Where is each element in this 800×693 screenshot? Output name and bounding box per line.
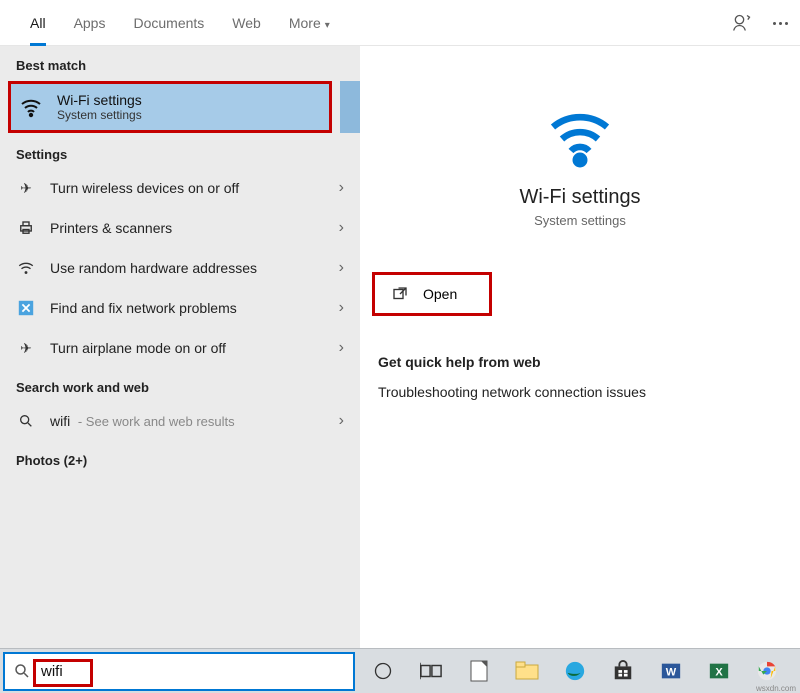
section-best-match: Best match — [0, 46, 360, 79]
search-icon — [13, 662, 31, 680]
search-tabbar: All Apps Documents Web More▾ — [0, 0, 800, 46]
start-search-window: All Apps Documents Web More▾ Best match … — [0, 0, 800, 648]
settings-row-label: Turn wireless devices on or off — [50, 180, 239, 196]
tab-all[interactable]: All — [16, 0, 60, 46]
web-search-row[interactable]: wifi - See work and web results › — [0, 401, 360, 441]
settings-row-label: Find and fix network problems — [50, 300, 237, 316]
section-search-web: Search work and web — [0, 368, 360, 401]
watermark: wsxdn.com — [756, 684, 796, 693]
search-icon — [16, 411, 36, 431]
wifi-icon — [19, 95, 43, 119]
preview-pane: Wi-Fi settings System settings Open Get … — [360, 46, 800, 648]
search-input[interactable] — [39, 662, 353, 681]
chevron-right-icon: › — [339, 412, 344, 430]
best-match-highlight — [340, 81, 360, 133]
web-search-term: wifi — [50, 413, 70, 429]
preview-subtitle: System settings — [360, 213, 800, 228]
chevron-right-icon: › — [339, 179, 344, 197]
chevron-down-icon: ▾ — [325, 20, 330, 31]
section-settings: Settings — [0, 135, 360, 168]
settings-row-printers[interactable]: Printers & scanners › — [0, 208, 360, 248]
taskbar-search[interactable] — [3, 652, 355, 691]
store-icon[interactable] — [603, 651, 643, 691]
tab-documents[interactable]: Documents — [119, 0, 218, 46]
cortana-icon[interactable] — [363, 651, 403, 691]
word-icon[interactable]: W — [651, 651, 691, 691]
settings-row-label: Printers & scanners — [50, 220, 172, 236]
open-label: Open — [423, 286, 457, 302]
settings-row-airplane-mode[interactable]: ✈ Turn airplane mode on or off › — [0, 328, 360, 368]
chevron-right-icon: › — [339, 299, 344, 317]
airplane-icon: ✈ — [16, 338, 36, 358]
task-view-icon[interactable] — [411, 651, 451, 691]
tab-more[interactable]: More▾ — [275, 0, 344, 46]
preview-title: Wi-Fi settings — [360, 186, 800, 209]
troubleshoot-icon — [16, 298, 36, 318]
airplane-icon: ✈ — [16, 178, 36, 198]
results-list: Best match Wi-Fi settings System setting… — [0, 46, 360, 648]
settings-row-label: Use random hardware addresses — [50, 260, 257, 276]
more-options-icon[interactable] — [770, 13, 790, 33]
svg-text:X: X — [715, 667, 723, 679]
chevron-right-icon: › — [339, 219, 344, 237]
wifi-icon — [16, 258, 36, 278]
settings-row-wireless-toggle[interactable]: ✈ Turn wireless devices on or off › — [0, 168, 360, 208]
printer-icon — [16, 218, 36, 238]
tab-apps[interactable]: Apps — [60, 0, 120, 46]
tab-web[interactable]: Web — [218, 0, 275, 46]
help-heading: Get quick help from web — [378, 354, 782, 370]
taskbar-icons: W X — [363, 651, 800, 691]
web-search-suffix: - See work and web results — [74, 414, 234, 429]
best-match-result[interactable]: Wi-Fi settings System settings — [8, 81, 332, 133]
chevron-right-icon: › — [339, 339, 344, 357]
settings-row-label: Turn airplane mode on or off — [50, 340, 226, 356]
section-photos[interactable]: Photos (2+) — [0, 441, 360, 474]
libreoffice-icon[interactable] — [459, 651, 499, 691]
open-button[interactable]: Open — [372, 272, 492, 316]
svg-text:W: W — [666, 667, 677, 679]
feedback-icon[interactable] — [732, 13, 752, 33]
taskbar: W X — [0, 648, 800, 693]
excel-icon[interactable]: X — [699, 651, 739, 691]
best-match-subtitle: System settings — [57, 108, 142, 122]
edge-icon[interactable] — [555, 651, 595, 691]
settings-row-random-mac[interactable]: Use random hardware addresses › — [0, 248, 360, 288]
best-match-title: Wi-Fi settings — [57, 92, 142, 108]
wifi-icon — [544, 100, 616, 172]
help-link[interactable]: Troubleshooting network connection issue… — [378, 384, 782, 400]
open-icon — [391, 285, 409, 303]
settings-row-troubleshoot[interactable]: Find and fix network problems › — [0, 288, 360, 328]
file-explorer-icon[interactable] — [507, 651, 547, 691]
chevron-right-icon: › — [339, 259, 344, 277]
